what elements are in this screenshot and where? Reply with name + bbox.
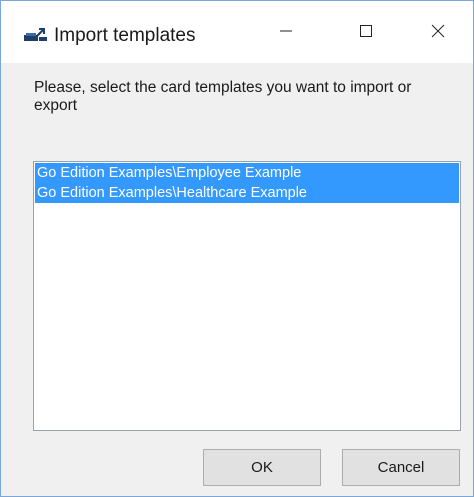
list-item-healthcare-example[interactable]: Go Edition Examples\Healthcare Example <box>35 183 459 203</box>
import-templates-app-icon <box>23 27 49 43</box>
window-title: Import templates <box>54 25 196 46</box>
minimize-icon <box>279 24 293 43</box>
import-templates-dialog: Import templates Please, select the card… <box>0 0 474 497</box>
ok-button[interactable]: OK <box>203 449 321 486</box>
maximize-button[interactable] <box>343 13 389 53</box>
instruction-text: Please, select the card templates you wa… <box>34 79 412 114</box>
title-bar[interactable]: Import templates <box>1 1 473 63</box>
close-button[interactable] <box>415 13 461 53</box>
minimize-button[interactable] <box>263 13 309 53</box>
templates-listbox[interactable]: Go Edition Examples\Employee Example Go … <box>33 161 461 431</box>
cancel-button[interactable]: Cancel <box>342 449 460 486</box>
list-item-employee-example[interactable]: Go Edition Examples\Employee Example <box>35 163 459 183</box>
maximize-icon <box>359 24 373 43</box>
close-icon <box>431 24 445 43</box>
